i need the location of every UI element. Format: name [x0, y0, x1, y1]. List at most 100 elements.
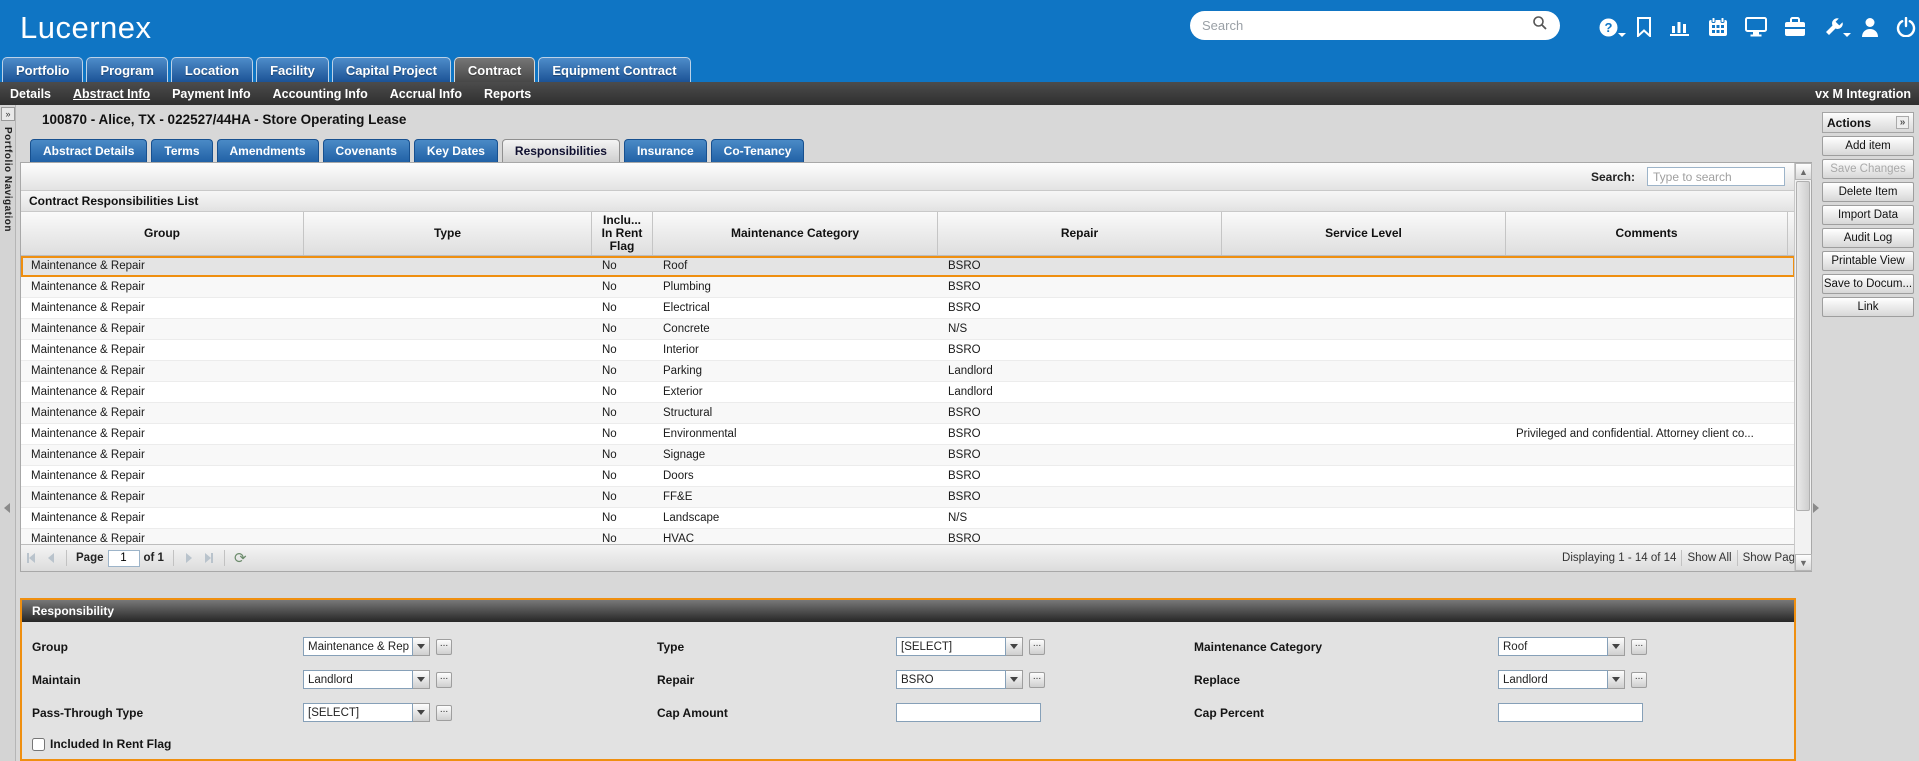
save-to-docum-button[interactable]: Save to Docum...: [1822, 274, 1914, 294]
main-tab-portfolio[interactable]: Portfolio: [2, 57, 84, 82]
group-lookup-button[interactable]: ...: [436, 639, 452, 655]
column-header-type[interactable]: Type: [304, 212, 592, 255]
import-data-button[interactable]: Import Data: [1822, 205, 1914, 225]
main-tab-equipment-contract[interactable]: Equipment Contract: [538, 57, 691, 82]
show-all-button[interactable]: Show All: [1687, 552, 1731, 564]
actions-collapse-icon[interactable]: »: [1896, 116, 1909, 129]
help-dropdown-caret-icon[interactable]: [1618, 33, 1626, 37]
maintenance-category-dropdown-icon[interactable]: [1608, 637, 1625, 656]
maintain-select[interactable]: Landlord: [303, 670, 430, 689]
help-icon[interactable]: ?: [1598, 16, 1626, 38]
replace-select[interactable]: Landlord: [1498, 670, 1625, 689]
bar-chart-icon[interactable]: [1669, 16, 1691, 38]
table-row[interactable]: Maintenance & Repair No Plumbing BSRO: [21, 277, 1795, 298]
bookmark-icon[interactable]: [1636, 16, 1652, 38]
collapse-left-icon[interactable]: [4, 503, 10, 513]
replace-dropdown-icon[interactable]: [1608, 670, 1625, 689]
tab-insurance[interactable]: Insurance: [623, 139, 707, 162]
table-row[interactable]: Maintenance & Repair No Doors BSRO: [21, 466, 1795, 487]
global-search[interactable]: [1190, 11, 1560, 40]
scrollbar-thumb[interactable]: [1796, 181, 1810, 511]
table-row[interactable]: Maintenance & Repair No Interior BSRO: [21, 340, 1795, 361]
table-row[interactable]: Maintenance & Repair No Parking Landlord: [21, 361, 1795, 382]
table-row[interactable]: Maintenance & Repair No Concrete N/S: [21, 319, 1795, 340]
scroll-down-icon[interactable]: ▼: [1795, 554, 1812, 571]
pass-through-type-dropdown-icon[interactable]: [413, 703, 430, 722]
briefcase-icon[interactable]: [1784, 16, 1806, 38]
maintain-dropdown-icon[interactable]: [413, 670, 430, 689]
tab-responsibilities[interactable]: Responsibilities: [501, 139, 620, 162]
monitor-icon[interactable]: [1745, 16, 1767, 38]
maintenance-category-lookup-button[interactable]: ...: [1631, 639, 1647, 655]
subnav-abstract-info[interactable]: Abstract Info: [73, 87, 150, 101]
add-item-button[interactable]: Add item: [1822, 136, 1914, 156]
column-header-maintenance_category[interactable]: Maintenance Category: [653, 212, 938, 255]
last-page-button[interactable]: [200, 549, 218, 567]
maintain-lookup-button[interactable]: ...: [436, 672, 452, 688]
pass-through-type-lookup-button[interactable]: ...: [436, 705, 452, 721]
column-header-service_level[interactable]: Service Level: [1222, 212, 1506, 255]
table-row[interactable]: Maintenance & Repair No Electrical BSRO: [21, 298, 1795, 319]
column-header-in_rent_flag[interactable]: Inclu... In Rent Flag: [592, 212, 653, 255]
column-header-repair[interactable]: Repair: [938, 212, 1222, 255]
maintenance-category-select[interactable]: Roof: [1498, 637, 1625, 656]
subnav-reports[interactable]: Reports: [484, 87, 531, 101]
printable-view-button[interactable]: Printable View: [1822, 251, 1914, 271]
user-icon[interactable]: [1861, 16, 1879, 38]
next-page-button[interactable]: [180, 549, 198, 567]
column-header-group[interactable]: Group: [21, 212, 304, 255]
table-row[interactable]: Maintenance & Repair No Environmental BSRO P…: [21, 424, 1795, 445]
page-number-input[interactable]: [107, 549, 140, 567]
right-splitter[interactable]: [1813, 105, 1820, 761]
type-select[interactable]: [SELECT]: [896, 637, 1023, 656]
group-select[interactable]: Maintenance & Rep: [303, 637, 430, 656]
global-search-input[interactable]: [1202, 18, 1532, 33]
wrench-dropdown-caret-icon[interactable]: [1843, 33, 1851, 37]
table-row[interactable]: Maintenance & Repair No Signage BSRO: [21, 445, 1795, 466]
repair-select[interactable]: BSRO: [896, 670, 1023, 689]
pass-through-type-select[interactable]: [SELECT]: [303, 703, 430, 722]
tab-key-dates[interactable]: Key Dates: [413, 139, 498, 162]
vertical-scrollbar[interactable]: ▲ ▼: [1794, 163, 1812, 571]
table-row[interactable]: Maintenance & Repair No Landscape N/S: [21, 508, 1795, 529]
prev-page-button[interactable]: [42, 549, 60, 567]
replace-lookup-button[interactable]: ...: [1631, 672, 1647, 688]
wrench-icon[interactable]: [1823, 16, 1851, 38]
type-dropdown-icon[interactable]: [1006, 637, 1023, 656]
show-page-button[interactable]: Show Pag: [1743, 552, 1795, 564]
subnav-payment-info[interactable]: Payment Info: [172, 87, 251, 101]
table-row[interactable]: Maintenance & Repair No Exterior Landlord: [21, 382, 1795, 403]
tab-co-tenancy[interactable]: Co-Tenancy: [710, 139, 805, 162]
table-row[interactable]: Maintenance & Repair No FF&E BSRO: [21, 487, 1795, 508]
table-row[interactable]: Maintenance & Repair No HVAC BSRO: [21, 529, 1795, 544]
cap-amount-input[interactable]: [896, 703, 1041, 722]
calendar-icon[interactable]: [1708, 16, 1728, 38]
main-tab-facility[interactable]: Facility: [256, 57, 329, 82]
search-icon[interactable]: [1532, 15, 1548, 36]
tab-amendments[interactable]: Amendments: [216, 139, 319, 162]
group-dropdown-icon[interactable]: [413, 637, 430, 656]
delete-item-button[interactable]: Delete Item: [1822, 182, 1914, 202]
subnav-details[interactable]: Details: [10, 87, 51, 101]
tab-terms[interactable]: Terms: [151, 139, 213, 162]
audit-log-button[interactable]: Audit Log: [1822, 228, 1914, 248]
tab-covenants[interactable]: Covenants: [322, 139, 410, 162]
main-tab-capital-project[interactable]: Capital Project: [331, 57, 451, 82]
main-tab-contract[interactable]: Contract: [453, 57, 536, 82]
tab-abstract-details[interactable]: Abstract Details: [30, 139, 148, 162]
included-in-rent-flag-checkbox[interactable]: [32, 737, 45, 751]
subnav-accrual-info[interactable]: Accrual Info: [390, 87, 462, 101]
repair-lookup-button[interactable]: ...: [1029, 672, 1045, 688]
type-lookup-button[interactable]: ...: [1029, 639, 1045, 655]
table-row[interactable]: Maintenance & Repair No Structural BSRO: [21, 403, 1795, 424]
link-button[interactable]: Link: [1822, 297, 1914, 317]
column-header-comments[interactable]: Comments: [1506, 212, 1788, 255]
table-row[interactable]: Maintenance & Repair No Roof BSRO: [21, 256, 1795, 277]
subnav-accounting-info[interactable]: Accounting Info: [273, 87, 368, 101]
power-icon[interactable]: [1896, 16, 1916, 38]
cap-percent-input[interactable]: [1498, 703, 1643, 722]
main-tab-location[interactable]: Location: [170, 57, 254, 82]
scroll-up-icon[interactable]: ▲: [1795, 163, 1812, 180]
main-tab-program[interactable]: Program: [86, 57, 168, 82]
collapse-right-icon[interactable]: [1813, 503, 1819, 513]
